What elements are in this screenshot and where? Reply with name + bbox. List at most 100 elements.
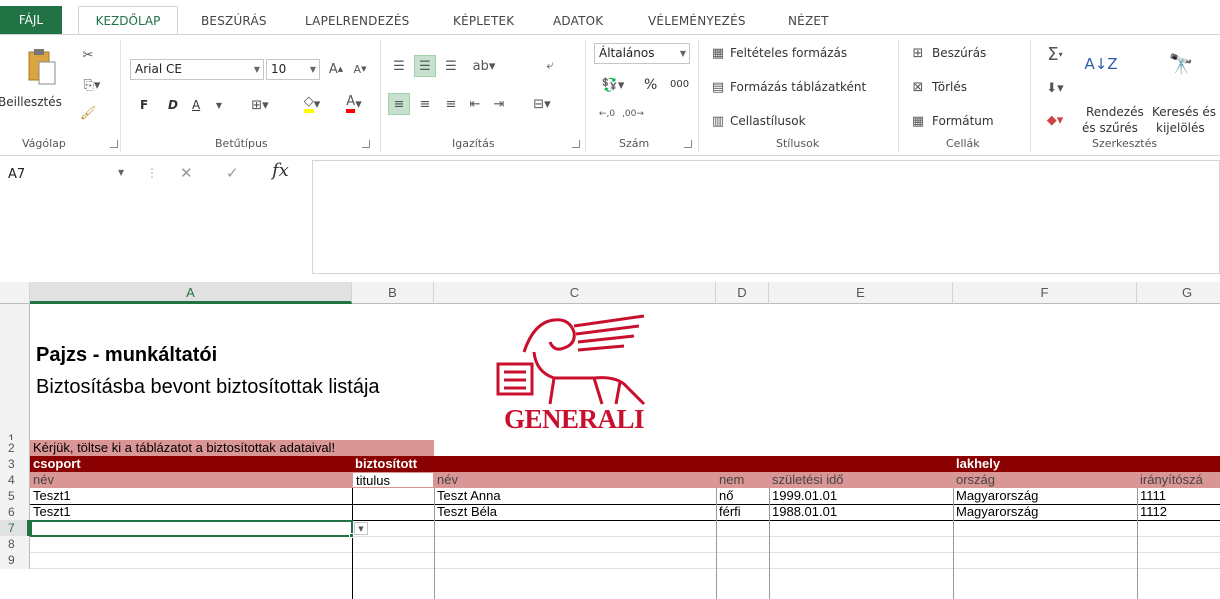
- decrease-decimal-icon[interactable]: ,00→: [622, 103, 644, 125]
- format-cells-icon[interactable]: ▦: [908, 111, 928, 131]
- thousands-button[interactable]: 000: [670, 79, 689, 90]
- table-cell[interactable]: Teszt Béla: [434, 504, 716, 520]
- sub-header-iranyitoszam[interactable]: irányítószá: [1137, 472, 1220, 488]
- table-cell[interactable]: 1111: [1137, 488, 1220, 504]
- find-select-icon[interactable]: 🔭: [1164, 47, 1198, 81]
- table-cell[interactable]: nő: [716, 488, 769, 504]
- number-launcher-icon[interactable]: [684, 140, 692, 148]
- sub-header-csoport-nev[interactable]: név: [30, 472, 352, 488]
- align-right-icon[interactable]: ≡: [440, 93, 462, 115]
- grow-font-icon[interactable]: A ▲: [326, 59, 346, 79]
- column-header-f[interactable]: F: [953, 282, 1137, 304]
- bold-button[interactable]: F: [140, 98, 148, 112]
- enter-icon[interactable]: ✓: [226, 164, 239, 182]
- merge-center-icon[interactable]: ⊟▾: [522, 93, 562, 115]
- shrink-font-icon[interactable]: A ▼: [350, 59, 370, 79]
- paste-button[interactable]: [22, 45, 62, 89]
- group-header-lakhely[interactable]: lakhely: [953, 456, 1137, 472]
- font-color-icon[interactable]: A ▾: [336, 93, 372, 115]
- font-size-combo[interactable]: 10 ▼: [266, 59, 320, 80]
- fill-icon[interactable]: ⬇▾: [1038, 77, 1072, 99]
- insert-function-button[interactable]: fx: [272, 160, 289, 181]
- instruction-cell[interactable]: Kérjük, töltse ki a táblázatot a biztosí…: [30, 440, 434, 456]
- sub-header-orszag[interactable]: ország: [953, 472, 1137, 488]
- accounting-icon[interactable]: 💱▾: [596, 75, 630, 95]
- active-cell-a7[interactable]: [30, 520, 353, 537]
- select-all-corner[interactable]: [0, 282, 30, 304]
- column-header-g[interactable]: G: [1137, 282, 1220, 304]
- sub-header-nev[interactable]: név: [434, 472, 716, 488]
- tab-data[interactable]: ADATOK: [553, 14, 603, 28]
- borders-icon[interactable]: ⊞▾: [245, 96, 275, 114]
- row-header-8[interactable]: 8: [0, 536, 30, 552]
- find-select-label-2[interactable]: kijelölés: [1156, 121, 1205, 135]
- orientation-icon[interactable]: ab▾: [468, 55, 500, 77]
- number-format-combo[interactable]: Általános ▼: [594, 43, 690, 64]
- cancel-icon[interactable]: ✕: [180, 164, 193, 182]
- table-cell[interactable]: Teszt Anna: [434, 488, 716, 504]
- column-header-d[interactable]: D: [716, 282, 769, 304]
- increase-decimal-icon[interactable]: ←,0: [596, 103, 618, 125]
- table-cell[interactable]: 1988.01.01: [769, 504, 953, 520]
- italic-button[interactable]: D: [168, 98, 178, 112]
- align-bottom-icon[interactable]: ☰: [440, 55, 462, 77]
- format-painter-icon[interactable]: 🖌: [78, 103, 98, 123]
- insert-cells-icon[interactable]: ⊞: [908, 43, 928, 63]
- table-cell[interactable]: 1999.01.01: [769, 488, 953, 504]
- row-header-4[interactable]: 4: [0, 472, 30, 488]
- underline-button[interactable]: A: [192, 98, 200, 112]
- sub-header-titulus[interactable]: titulus: [352, 472, 434, 488]
- insert-cells-button[interactable]: Beszúrás: [932, 46, 986, 60]
- group-header-biztositott[interactable]: biztosított: [352, 456, 652, 472]
- tab-formulas[interactable]: KÉPLETEK: [453, 14, 514, 28]
- worksheet-grid[interactable]: A B C D E F G 1 2 3 4 5 6 7 8 9 Pajzs - …: [0, 282, 1220, 599]
- autosum-icon[interactable]: Σ ▾: [1038, 43, 1072, 65]
- table-cell[interactable]: férfi: [716, 504, 769, 520]
- table-cell[interactable]: Magyarország: [953, 504, 1137, 520]
- sub-header-nem[interactable]: nem: [716, 472, 769, 488]
- tab-home[interactable]: KEZDŐLAP: [78, 6, 178, 35]
- format-as-table-button[interactable]: Formázás táblázatként: [730, 80, 866, 94]
- table-cell[interactable]: Teszt1: [30, 504, 352, 520]
- name-box[interactable]: A7: [6, 164, 134, 186]
- percent-button[interactable]: %: [644, 77, 657, 93]
- sort-filter-label-1[interactable]: Rendezés: [1086, 105, 1144, 119]
- row-header-1[interactable]: 1: [0, 304, 30, 446]
- tab-page-layout[interactable]: LAPELRENDEZÉS: [305, 14, 409, 28]
- conditional-formatting-icon[interactable]: ▦: [708, 43, 728, 63]
- row-header-9[interactable]: 9: [0, 552, 30, 569]
- sort-filter-icon[interactable]: A↓Z: [1084, 47, 1118, 81]
- chevron-down-icon[interactable]: ▼: [118, 168, 124, 177]
- font-launcher-icon[interactable]: [362, 140, 370, 148]
- delete-cells-button[interactable]: Törlés: [932, 80, 967, 94]
- sort-filter-label-2[interactable]: és szűrés: [1082, 121, 1138, 135]
- row-header-3[interactable]: 3: [0, 456, 30, 472]
- dropdown-arrow-icon[interactable]: ▼: [354, 522, 368, 535]
- fill-color-icon[interactable]: ◇ ▾: [294, 93, 330, 115]
- cut-icon[interactable]: ✂: [78, 45, 98, 65]
- decrease-indent-icon[interactable]: ⇤: [464, 93, 486, 115]
- cell-styles-button[interactable]: Cellastílusok: [730, 114, 806, 128]
- format-as-table-icon[interactable]: ▤: [708, 77, 728, 97]
- delete-cells-icon[interactable]: ⊠: [908, 77, 928, 97]
- column-header-e[interactable]: E: [769, 282, 953, 304]
- tab-view[interactable]: NÉZET: [788, 14, 829, 28]
- find-select-label-1[interactable]: Keresés és: [1152, 105, 1216, 119]
- formula-input[interactable]: [312, 160, 1220, 274]
- alignment-launcher-icon[interactable]: [572, 140, 580, 148]
- clipboard-launcher-icon[interactable]: [110, 140, 118, 148]
- font-name-combo[interactable]: Arial CE ▼: [130, 59, 264, 80]
- row-header-2[interactable]: 2: [0, 440, 30, 456]
- align-center-icon[interactable]: ≡: [414, 93, 436, 115]
- format-cells-button[interactable]: Formátum: [932, 114, 994, 128]
- chevron-down-icon[interactable]: ▼: [212, 97, 226, 113]
- sub-header-szuletesi-ido[interactable]: születési idő: [769, 472, 953, 488]
- table-cell[interactable]: Magyarország: [953, 488, 1137, 504]
- align-left-icon[interactable]: ≡: [388, 93, 410, 115]
- table-cell[interactable]: Teszt1: [30, 488, 352, 504]
- align-top-icon[interactable]: ☰: [388, 55, 410, 77]
- table-cell[interactable]: 1112: [1137, 504, 1220, 520]
- copy-icon[interactable]: ⎘▾: [78, 75, 106, 95]
- tab-review[interactable]: VÉLEMÉNYEZÉS: [648, 14, 746, 28]
- column-header-a[interactable]: A: [30, 282, 352, 304]
